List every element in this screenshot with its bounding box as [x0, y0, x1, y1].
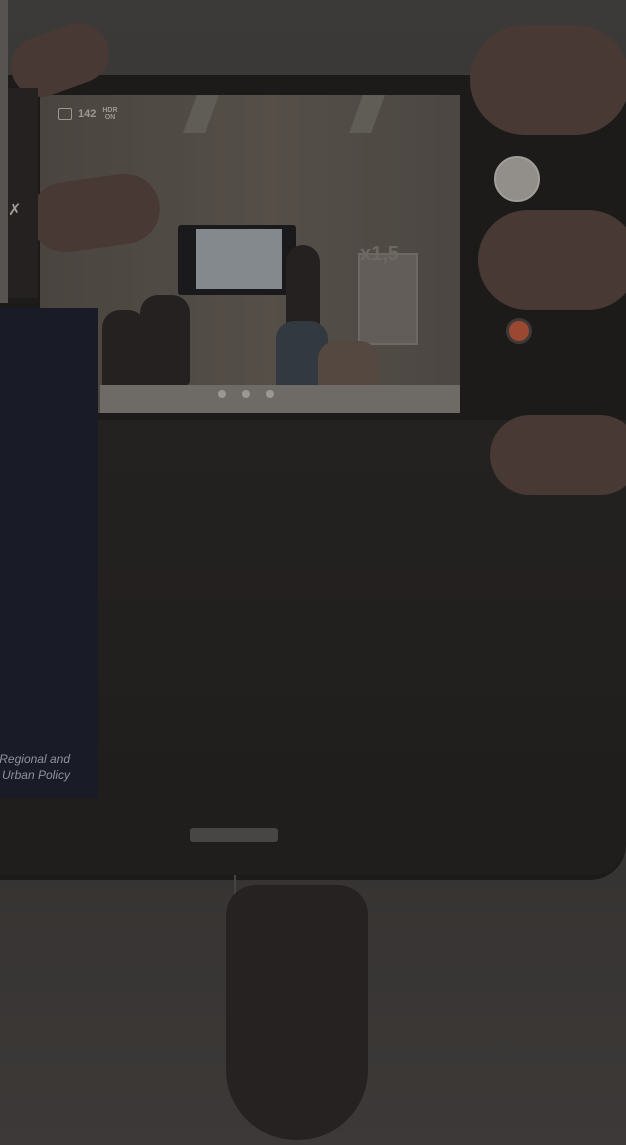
tv-screen: [196, 229, 282, 289]
info-panel: Regional and Urban Policy: [0, 308, 98, 798]
finger: [490, 415, 626, 495]
hdr-indicator[interactable]: HDR ON: [102, 107, 117, 121]
hdr-state: ON: [104, 114, 116, 121]
photo-count: 142: [78, 108, 97, 120]
finger: [470, 25, 626, 135]
flash-off-icon[interactable]: ✗: [8, 200, 21, 220]
panel-caption-line1: Regional and: [0, 752, 70, 766]
background-photo: 142 HDR ON x1,5 ✗ Regional and Urban Pol…: [0, 0, 626, 1145]
mode-dot: [242, 390, 250, 398]
finger: [478, 210, 626, 310]
camera-status-bar: 142 HDR ON: [58, 107, 118, 121]
record-button[interactable]: [506, 318, 532, 344]
mode-dot: [218, 390, 226, 398]
camera-viewfinder: 142 HDR ON x1,5: [40, 95, 460, 413]
zoom-level[interactable]: x1,5: [360, 243, 399, 266]
inset-photo-edge: [0, 0, 8, 303]
tv-monitor: [178, 225, 296, 295]
table: [100, 385, 460, 413]
gallery-icon[interactable]: [58, 108, 72, 120]
audience-figure: [140, 295, 190, 385]
thumbnail-preview-icon[interactable]: [494, 156, 540, 202]
phone-strap: [226, 885, 368, 1140]
hdr-label: HDR: [102, 107, 118, 114]
panel-caption-line2: Urban Policy: [1, 768, 70, 782]
mode-dot: [266, 390, 274, 398]
mode-indicator[interactable]: [218, 390, 274, 398]
phone-port: [190, 828, 278, 842]
flipchart: [358, 253, 418, 345]
audience-figure: [102, 310, 146, 390]
inset-strip: [8, 88, 38, 298]
